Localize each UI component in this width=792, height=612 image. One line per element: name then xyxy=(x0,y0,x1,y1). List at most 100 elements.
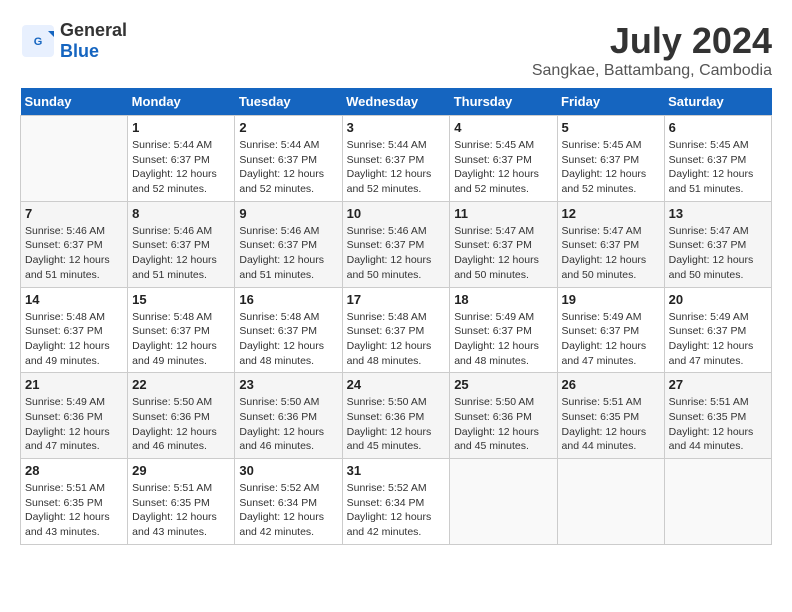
day-info: Sunrise: 5:49 AMSunset: 6:36 PMDaylight:… xyxy=(25,395,123,454)
calendar-week-row: 1 Sunrise: 5:44 AMSunset: 6:37 PMDaylight… xyxy=(21,116,772,202)
day-number: 17 xyxy=(347,292,446,307)
day-info: Sunrise: 5:50 AMSunset: 6:36 PMDaylight:… xyxy=(454,395,552,454)
day-number: 1 xyxy=(132,120,230,135)
calendar-cell xyxy=(664,459,771,545)
calendar-cell: 8 Sunrise: 5:46 AMSunset: 6:37 PMDaylight… xyxy=(128,201,235,287)
day-number: 5 xyxy=(562,120,660,135)
day-info: Sunrise: 5:51 AMSunset: 6:35 PMDaylight:… xyxy=(132,481,230,540)
day-number: 12 xyxy=(562,206,660,221)
calendar-cell: 14 Sunrise: 5:48 AMSunset: 6:37 PMDayligh… xyxy=(21,287,128,373)
calendar-cell: 13Sunrise: 5:47 AMSunset: 6:37 PMDayligh… xyxy=(664,201,771,287)
day-number: 8 xyxy=(132,206,230,221)
calendar-cell: 24 Sunrise: 5:50 AMSunset: 6:36 PMDayligh… xyxy=(342,373,450,459)
calendar-cell: 3 Sunrise: 5:44 AMSunset: 6:37 PMDaylight… xyxy=(342,116,450,202)
day-number: 25 xyxy=(454,377,552,392)
day-number: 27 xyxy=(669,377,767,392)
day-number: 31 xyxy=(347,463,446,478)
calendar-cell: 4Sunrise: 5:45 AMSunset: 6:37 PMDaylight… xyxy=(450,116,557,202)
calendar-cell: 22Sunrise: 5:50 AMSunset: 6:36 PMDayligh… xyxy=(128,373,235,459)
calendar-week-row: 28Sunrise: 5:51 AMSunset: 6:35 PMDayligh… xyxy=(21,459,772,545)
day-info: Sunrise: 5:47 AMSunset: 6:37 PMDaylight:… xyxy=(562,224,660,283)
logo-blue: Blue xyxy=(60,41,99,61)
day-info: Sunrise: 5:44 AMSunset: 6:37 PMDaylight:… xyxy=(347,138,446,197)
day-number: 7 xyxy=(25,206,123,221)
day-info: Sunrise: 5:46 AMSunset: 6:37 PMDaylight:… xyxy=(347,224,446,283)
day-info: Sunrise: 5:49 AMSunset: 6:37 PMDaylight:… xyxy=(669,310,767,369)
calendar-cell: 12 Sunrise: 5:47 AMSunset: 6:37 PMDayligh… xyxy=(557,201,664,287)
day-info: Sunrise: 5:44 AMSunset: 6:37 PMDaylight:… xyxy=(132,138,230,197)
day-info: Sunrise: 5:51 AMSunset: 6:35 PMDaylight:… xyxy=(669,395,767,454)
calendar-cell: 28Sunrise: 5:51 AMSunset: 6:35 PMDayligh… xyxy=(21,459,128,545)
day-number: 22 xyxy=(132,377,230,392)
day-number: 26 xyxy=(562,377,660,392)
day-info: Sunrise: 5:52 AMSunset: 6:34 PMDaylight:… xyxy=(347,481,446,540)
day-info: Sunrise: 5:48 AMSunset: 6:37 PMDaylight:… xyxy=(347,310,446,369)
day-number: 16 xyxy=(239,292,337,307)
calendar-cell xyxy=(450,459,557,545)
day-number: 3 xyxy=(347,120,446,135)
calendar-cell: 20 Sunrise: 5:49 AMSunset: 6:37 PMDayligh… xyxy=(664,287,771,373)
day-number: 20 xyxy=(669,292,767,307)
day-info: Sunrise: 5:45 AMSunset: 6:37 PMDaylight:… xyxy=(669,138,767,197)
calendar-cell: 15 Sunrise: 5:48 AMSunset: 6:37 PMDayligh… xyxy=(128,287,235,373)
calendar-week-row: 7 Sunrise: 5:46 AMSunset: 6:37 PMDaylight… xyxy=(21,201,772,287)
day-info: Sunrise: 5:47 AMSunset: 6:37 PMDaylight:… xyxy=(669,224,767,283)
day-info: Sunrise: 5:47 AMSunset: 6:37 PMDaylight:… xyxy=(454,224,552,283)
day-info: Sunrise: 5:46 AMSunset: 6:37 PMDaylight:… xyxy=(25,224,123,283)
day-number: 19 xyxy=(562,292,660,307)
calendar-cell: 17 Sunrise: 5:48 AMSunset: 6:37 PMDayligh… xyxy=(342,287,450,373)
day-info: Sunrise: 5:48 AMSunset: 6:37 PMDaylight:… xyxy=(25,310,123,369)
calendar-cell xyxy=(21,116,128,202)
day-info: Sunrise: 5:48 AMSunset: 6:37 PMDaylight:… xyxy=(239,310,337,369)
day-info: Sunrise: 5:50 AMSunset: 6:36 PMDaylight:… xyxy=(239,395,337,454)
calendar-cell: 27 Sunrise: 5:51 AMSunset: 6:35 PMDayligh… xyxy=(664,373,771,459)
header: G General Blue July 2024 Sangkae, Battam… xyxy=(20,20,772,80)
weekday-header-thursday: Thursday xyxy=(450,88,557,116)
calendar-cell: 26 Sunrise: 5:51 AMSunset: 6:35 PMDayligh… xyxy=(557,373,664,459)
calendar-cell: 16 Sunrise: 5:48 AMSunset: 6:37 PMDayligh… xyxy=(235,287,342,373)
title-area: July 2024 Sangkae, Battambang, Cambodia xyxy=(532,20,772,80)
day-number: 24 xyxy=(347,377,446,392)
calendar-cell: 10Sunrise: 5:46 AMSunset: 6:37 PMDayligh… xyxy=(342,201,450,287)
day-number: 6 xyxy=(669,120,767,135)
calendar-week-row: 14 Sunrise: 5:48 AMSunset: 6:37 PMDayligh… xyxy=(21,287,772,373)
logo: G General Blue xyxy=(20,20,127,62)
logo-text: General Blue xyxy=(60,20,127,62)
weekday-header-sunday: Sunday xyxy=(21,88,128,116)
logo-icon: G xyxy=(20,23,56,59)
weekday-header-monday: Monday xyxy=(128,88,235,116)
day-info: Sunrise: 5:51 AMSunset: 6:35 PMDaylight:… xyxy=(25,481,123,540)
month-title: July 2024 xyxy=(532,20,772,62)
weekday-header-tuesday: Tuesday xyxy=(235,88,342,116)
day-info: Sunrise: 5:45 AMSunset: 6:37 PMDaylight:… xyxy=(454,138,552,197)
day-info: Sunrise: 5:50 AMSunset: 6:36 PMDaylight:… xyxy=(347,395,446,454)
calendar-cell: 9Sunrise: 5:46 AMSunset: 6:37 PMDaylight… xyxy=(235,201,342,287)
day-info: Sunrise: 5:44 AMSunset: 6:37 PMDaylight:… xyxy=(239,138,337,197)
day-number: 15 xyxy=(132,292,230,307)
day-number: 9 xyxy=(239,206,337,221)
day-number: 11 xyxy=(454,206,552,221)
day-info: Sunrise: 5:52 AMSunset: 6:34 PMDaylight:… xyxy=(239,481,337,540)
calendar-week-row: 21Sunrise: 5:49 AMSunset: 6:36 PMDayligh… xyxy=(21,373,772,459)
location-subtitle: Sangkae, Battambang, Cambodia xyxy=(532,62,772,80)
weekday-header-wednesday: Wednesday xyxy=(342,88,450,116)
day-number: 14 xyxy=(25,292,123,307)
calendar-cell xyxy=(557,459,664,545)
day-info: Sunrise: 5:48 AMSunset: 6:37 PMDaylight:… xyxy=(132,310,230,369)
day-number: 18 xyxy=(454,292,552,307)
calendar-cell: 18Sunrise: 5:49 AMSunset: 6:37 PMDayligh… xyxy=(450,287,557,373)
weekday-header-saturday: Saturday xyxy=(664,88,771,116)
day-info: Sunrise: 5:46 AMSunset: 6:37 PMDaylight:… xyxy=(132,224,230,283)
calendar-cell: 30Sunrise: 5:52 AMSunset: 6:34 PMDayligh… xyxy=(235,459,342,545)
calendar-cell: 19 Sunrise: 5:49 AMSunset: 6:37 PMDayligh… xyxy=(557,287,664,373)
day-info: Sunrise: 5:49 AMSunset: 6:37 PMDaylight:… xyxy=(562,310,660,369)
calendar-cell: 5Sunrise: 5:45 AMSunset: 6:37 PMDaylight… xyxy=(557,116,664,202)
calendar-cell: 6 Sunrise: 5:45 AMSunset: 6:37 PMDaylight… xyxy=(664,116,771,202)
calendar-cell: 31 Sunrise: 5:52 AMSunset: 6:34 PMDayligh… xyxy=(342,459,450,545)
calendar-cell: 7 Sunrise: 5:46 AMSunset: 6:37 PMDaylight… xyxy=(21,201,128,287)
day-number: 29 xyxy=(132,463,230,478)
calendar-cell: 23 Sunrise: 5:50 AMSunset: 6:36 PMDayligh… xyxy=(235,373,342,459)
day-number: 23 xyxy=(239,377,337,392)
day-info: Sunrise: 5:51 AMSunset: 6:35 PMDaylight:… xyxy=(562,395,660,454)
day-number: 2 xyxy=(239,120,337,135)
